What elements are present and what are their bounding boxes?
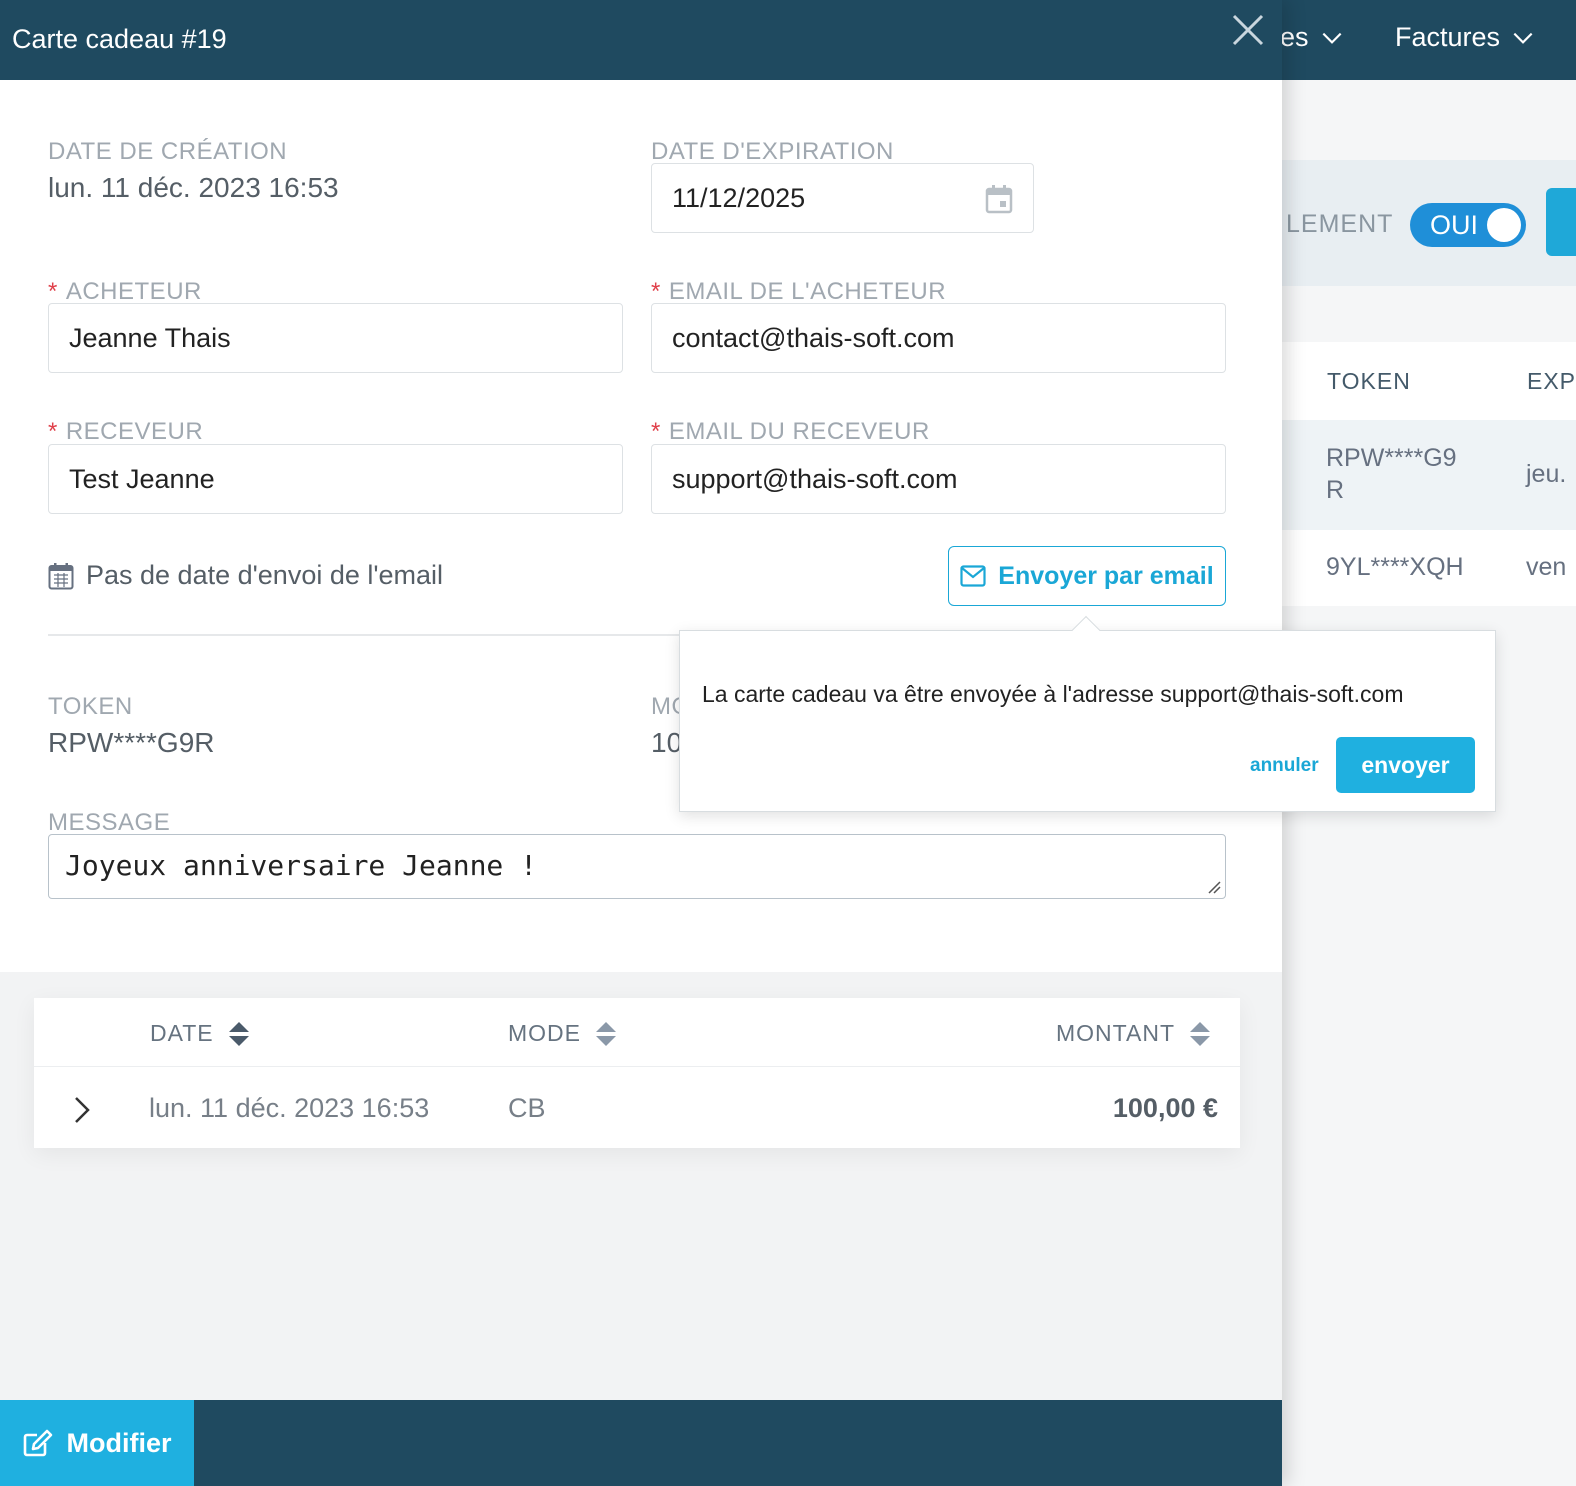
nav-menu-item-label: es: [1280, 22, 1309, 52]
sort-icon: [1190, 1021, 1211, 1046]
payment-date: lun. 11 déc. 2023 16:53: [149, 1093, 430, 1123]
column-header-date-label: DATE: [150, 1020, 214, 1046]
edit-button-label: Modifier: [66, 1427, 172, 1458]
column-header-amount[interactable]: MONTANT: [1056, 1020, 1211, 1047]
popover-message: La carte cadeau va être envoyée à l'adre…: [702, 681, 1404, 707]
filter-toggle[interactable]: OUI: [1410, 203, 1526, 247]
calendar-icon: [48, 562, 74, 589]
buyer-input[interactable]: Jeanne Thais: [48, 303, 623, 373]
modal-title: Carte cadeau #19: [12, 24, 227, 54]
required-marker: *: [48, 418, 58, 445]
nav-menu-factures-label: Factures: [1395, 22, 1501, 52]
creation-date-value: lun. 11 déc. 2023 16:53: [48, 172, 339, 203]
column-header-token[interactable]: TOKEN: [1327, 368, 1411, 395]
send-confirmation-popover: La carte cadeau va être envoyée à l'adre…: [679, 615, 1496, 812]
receiver-email-input[interactable]: support@thais-soft.com: [651, 444, 1226, 514]
chevron-down-icon: [1513, 32, 1533, 44]
email-send-status: Pas de date d'envoi de l'email: [48, 560, 443, 591]
sort-icon: [596, 1021, 616, 1046]
creation-date-label: DATE DE CRÉATION: [48, 138, 288, 165]
cancel-button[interactable]: annuler: [1250, 755, 1319, 777]
column-header-exp[interactable]: EXP: [1527, 368, 1576, 395]
payments-table-header: DATE MODE MONTANT: [34, 998, 1240, 1067]
table-cell-exp: ven: [1526, 553, 1567, 581]
receiver-email-label-text: EMAIL DU RECEVEUR: [668, 418, 930, 445]
close-icon[interactable]: [1230, 12, 1266, 48]
payment-mode: CB: [508, 1093, 546, 1123]
chevron-right-icon[interactable]: [70, 1094, 94, 1126]
table-cell-exp: jeu.: [1526, 460, 1567, 488]
background-action-button[interactable]: [1546, 188, 1576, 256]
confirm-send-button[interactable]: envoyer: [1336, 737, 1475, 793]
message-text: Joyeux anniversaire Jeanne !: [65, 849, 538, 882]
buyer-label: * ACHETEUR: [48, 278, 202, 306]
buyer-label-text: ACHETEUR: [65, 278, 202, 305]
receiver-email-label: * EMAIL DU RECEVEUR: [651, 418, 930, 446]
token-line: R: [1326, 476, 1345, 504]
token-line: RPW****G9: [1326, 444, 1457, 472]
column-header-mode[interactable]: MODE: [508, 1020, 617, 1047]
required-marker: *: [48, 278, 58, 305]
payments-table: DATE MODE MONTANT lun. 11 déc. 2023 16:5…: [34, 998, 1240, 1148]
amount-value: 10: [651, 727, 683, 758]
payment-amount: 100,00 €: [1112, 1093, 1218, 1123]
nav-menu-factures[interactable]: Factures: [1395, 22, 1536, 53]
token-label: TOKEN: [48, 693, 133, 720]
toggle-knob: [1487, 208, 1521, 242]
message-label: MESSAGE: [48, 809, 171, 836]
token-value: RPW****G9R: [48, 727, 215, 758]
edit-icon: [23, 1429, 52, 1457]
send-email-button[interactable]: Envoyer par email: [948, 546, 1226, 606]
expiration-date-label: DATE D'EXPIRATION: [651, 138, 894, 165]
buyer-email-label: * EMAIL DE L'ACHETEUR: [651, 278, 946, 306]
send-email-button-label: Envoyer par email: [998, 561, 1214, 590]
column-header-amount-label: MONTANT: [1056, 1020, 1176, 1046]
gift-card-modal: Carte cadeau #19 DATE DE CRÉATION lun. 1…: [0, 0, 1496, 1486]
required-marker: *: [651, 278, 661, 305]
edit-button[interactable]: Modifier: [0, 1400, 194, 1486]
sort-icon: [228, 1021, 249, 1046]
envelope-icon: [960, 565, 986, 587]
column-header-date[interactable]: DATE: [150, 1020, 250, 1047]
receiver-input[interactable]: Test Jeanne: [48, 444, 623, 514]
message-textarea[interactable]: Joyeux anniversaire Jeanne !: [48, 834, 1226, 899]
column-header-mode-label: MODE: [508, 1020, 581, 1046]
buyer-email-input[interactable]: contact@thais-soft.com: [651, 303, 1226, 373]
modal-header: Carte cadeau #19: [0, 0, 1282, 80]
table-cell-token: RPW****G9 R: [1326, 442, 1457, 506]
expiration-date-value: 11/12/2025: [672, 182, 806, 213]
filter-label: LEMENT: [1286, 210, 1394, 238]
receiver-label: * RECEVEUR: [48, 418, 203, 446]
table-cell-token: 9YL****XQH: [1326, 553, 1464, 581]
calendar-icon[interactable]: [985, 184, 1013, 214]
email-send-status-text: Pas de date d'envoi de l'email: [86, 560, 444, 590]
buyer-email-label-text: EMAIL DE L'ACHETEUR: [668, 278, 947, 305]
expiration-date-input[interactable]: 11/12/2025: [651, 163, 1034, 233]
chevron-down-icon: [1322, 32, 1341, 44]
nav-menu-item[interactable]: es: [1280, 22, 1345, 53]
required-marker: *: [651, 418, 661, 445]
filter-toggle-label: OUI: [1430, 209, 1479, 240]
resize-handle-icon[interactable]: [1207, 880, 1221, 894]
receiver-label-text: RECEVEUR: [65, 418, 204, 445]
